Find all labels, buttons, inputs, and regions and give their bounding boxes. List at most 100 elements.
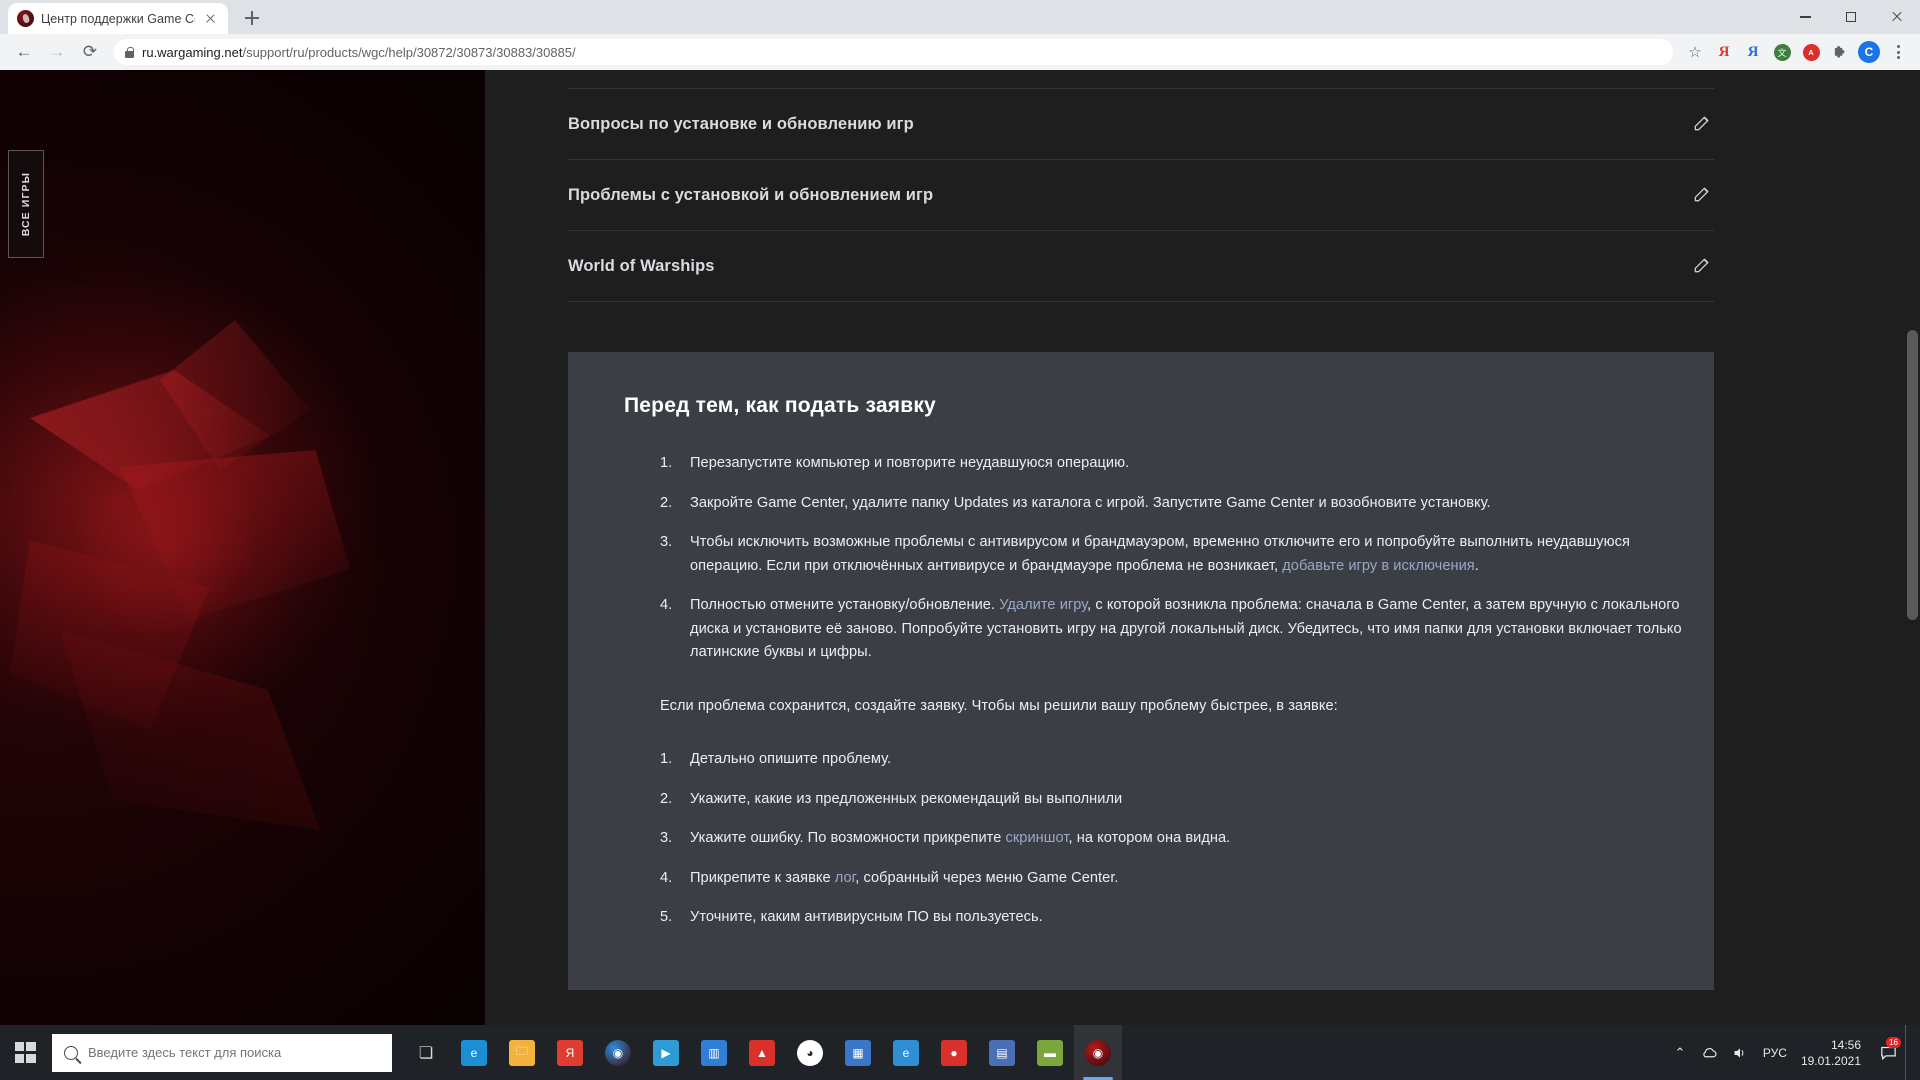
notes-icon[interactable]: ▬	[1026, 1025, 1074, 1080]
microsoft-edge-icon-glyph: e	[461, 1039, 487, 1066]
list-item-text: , на котором она видна.	[1068, 830, 1231, 846]
tab-title: Центр поддержки Game Center	[41, 11, 195, 26]
list-item-text: Уточните, каким антивирусным ПО вы польз…	[690, 909, 1043, 925]
extensions-puzzle-icon[interactable]	[1827, 39, 1853, 65]
discord-icon-glyph: ◕	[797, 1039, 823, 1066]
search-icon	[64, 1045, 78, 1060]
inline-link[interactable]: лог	[835, 870, 856, 886]
yandex-browser-icon[interactable]: Я	[546, 1025, 594, 1080]
wargaming-game-center-icon[interactable]: ◉	[1074, 1025, 1122, 1080]
windows-logo-icon	[14, 1042, 36, 1063]
before-list: Перезапустите компьютер и повторите неуд…	[660, 452, 1682, 665]
yandex-blue-icon[interactable]: Я	[1740, 39, 1766, 65]
file-explorer-icon-glyph: 🗀	[509, 1039, 535, 1066]
forward-icon[interactable]: →	[42, 37, 72, 67]
pencil-icon[interactable]	[1692, 113, 1714, 135]
volume-icon[interactable]	[1725, 1025, 1755, 1080]
list-item-text: Закройте Game Center, удалите папку Upda…	[690, 494, 1491, 511]
yandex-browser-icon-glyph: Я	[557, 1039, 583, 1066]
media-player-icon[interactable]: ▶	[642, 1025, 690, 1080]
window-controls	[1782, 0, 1920, 34]
address-bar[interactable]: ru.wargaming.net/support/ru/products/wgc…	[114, 39, 1673, 65]
translate-globe-icon[interactable]: 文	[1769, 39, 1795, 65]
all-games-label: ВСЕ ИГРЫ	[20, 171, 32, 237]
scrollbar-thumb[interactable]	[1907, 330, 1918, 620]
pencil-icon[interactable]	[1692, 184, 1714, 206]
file-explorer-icon[interactable]: 🗀	[498, 1025, 546, 1080]
accordion-title: Проблемы с установкой и обновлением игр	[568, 185, 934, 204]
list-item-text: Детально опишите проблему.	[690, 751, 892, 767]
notification-center-icon[interactable]: 16	[1871, 1025, 1905, 1080]
taskbar-search-box[interactable]	[52, 1033, 392, 1072]
clock-date: 19.01.2021	[1800, 1053, 1861, 1068]
discord-icon[interactable]: ◕	[786, 1025, 834, 1080]
anydesk-icon[interactable]: ▲	[738, 1025, 786, 1080]
app-red-icon-glyph: ●	[941, 1039, 967, 1066]
microsoft-store-icon[interactable]: ▥	[690, 1025, 738, 1080]
clock-time: 14:56	[1830, 1037, 1861, 1052]
list-item: Детально опишите проблему.	[660, 748, 1682, 772]
list-item-text: Полностью отмените установку/обновление.	[690, 597, 1000, 613]
accordion-item-0[interactable]: Вопросы по установке и обновлению игр	[568, 88, 1714, 159]
start-button[interactable]	[0, 1025, 50, 1080]
page-content: Вопросы по установке и обновлению игр Пр…	[485, 70, 1920, 1025]
pdf-extension-icon[interactable]: A	[1798, 39, 1824, 65]
chrome-menu-icon[interactable]	[1885, 39, 1911, 65]
search-input[interactable]	[88, 1045, 380, 1060]
url-text: ru.wargaming.net/support/ru/products/wgc…	[142, 45, 576, 60]
url-path: /support/ru/products/wgc/help/30872/3087…	[242, 44, 576, 60]
app-red-icon[interactable]: ●	[930, 1025, 978, 1080]
back-icon[interactable]: ←	[9, 37, 39, 67]
system-tray: ⌃ РУС 14:56 19.01.2021 16	[1665, 1025, 1920, 1080]
minimize-button[interactable]	[1782, 0, 1828, 34]
yandex-red-icon[interactable]: Я	[1711, 39, 1737, 65]
internet-explorer-icon-glyph: e	[893, 1039, 919, 1066]
close-icon[interactable]	[202, 10, 219, 27]
internet-explorer-icon[interactable]: e	[882, 1025, 930, 1080]
accordion-list: Вопросы по установке и обновлению игр Пр…	[568, 88, 1714, 302]
list-item-text: Чтобы исключить возможные проблемы с ант…	[690, 534, 1630, 574]
close-button[interactable]	[1874, 0, 1920, 34]
microsoft-edge-icon[interactable]: e	[450, 1025, 498, 1080]
accordion-title: Вопросы по установке и обновлению игр	[568, 114, 914, 133]
notes-icon-glyph: ▬	[1037, 1039, 1063, 1066]
maximize-button[interactable]	[1828, 0, 1874, 34]
list-item: Укажите ошибку. По возможности прикрепит…	[660, 827, 1682, 851]
after-list: Детально опишите проблему. Укажите, какие…	[660, 748, 1682, 930]
task-view-icon-glyph: ❏	[418, 1044, 434, 1062]
bookmark-star-icon[interactable]: ☆	[1682, 39, 1708, 65]
accordion-item-2[interactable]: World of Warships	[568, 230, 1714, 301]
reload-icon[interactable]: ⟳	[75, 37, 105, 67]
tab-strip: Центр поддержки Game Center	[0, 0, 1920, 34]
profile-avatar[interactable]: C	[1856, 39, 1882, 65]
inline-link[interactable]: Удалите игру	[999, 597, 1087, 613]
pencil-icon[interactable]	[1692, 255, 1714, 277]
list-item: Полностью отмените установку/обновление.…	[660, 594, 1682, 665]
inline-link[interactable]: добавьте игру в исключения	[1282, 558, 1475, 574]
accordion-item-1[interactable]: Проблемы с установкой и обновлением игр	[568, 159, 1714, 230]
microsoft-store-icon-glyph: ▥	[701, 1039, 727, 1066]
accordion-title: World of Warships	[568, 256, 715, 275]
browser-tab[interactable]: Центр поддержки Game Center	[8, 3, 228, 34]
calculator-icon[interactable]: ▦	[834, 1025, 882, 1080]
new-tab-button[interactable]	[238, 4, 266, 32]
all-games-tab[interactable]: ВСЕ ИГРЫ	[8, 150, 44, 258]
clock[interactable]: 14:56 19.01.2021	[1795, 1025, 1871, 1080]
media-player-icon-glyph: ▶	[653, 1039, 679, 1066]
task-view-icon[interactable]: ❏	[402, 1025, 450, 1080]
pdf-reader-icon[interactable]: ▤	[978, 1025, 1026, 1080]
lock-icon	[125, 46, 134, 58]
background-artwork: ВСЕ ИГРЫ	[0, 70, 485, 1025]
google-chrome-icon[interactable]: ◉	[594, 1025, 642, 1080]
list-item-text: , собранный через меню Game Center.	[855, 869, 1119, 886]
taskbar-apps: ❏ e 🗀 Я ◉ ▶ ▥ ▲ ◕ ▦ e ● ▤ ▬ ◉	[402, 1025, 1122, 1080]
wargaming-game-center-icon-glyph: ◉	[1085, 1039, 1111, 1066]
inline-link[interactable]: скриншот	[1006, 830, 1069, 846]
language-indicator[interactable]: РУС	[1755, 1046, 1795, 1060]
page-scrollbar[interactable]	[1905, 140, 1920, 1025]
list-item-text: Перезапустите компьютер и повторите неуд…	[690, 455, 1130, 471]
show-hidden-icons-chevron[interactable]: ⌃	[1665, 1025, 1695, 1080]
show-desktop-button[interactable]	[1905, 1025, 1912, 1080]
onedrive-icon[interactable]	[1695, 1025, 1725, 1080]
pdf-reader-icon-glyph: ▤	[989, 1039, 1015, 1066]
